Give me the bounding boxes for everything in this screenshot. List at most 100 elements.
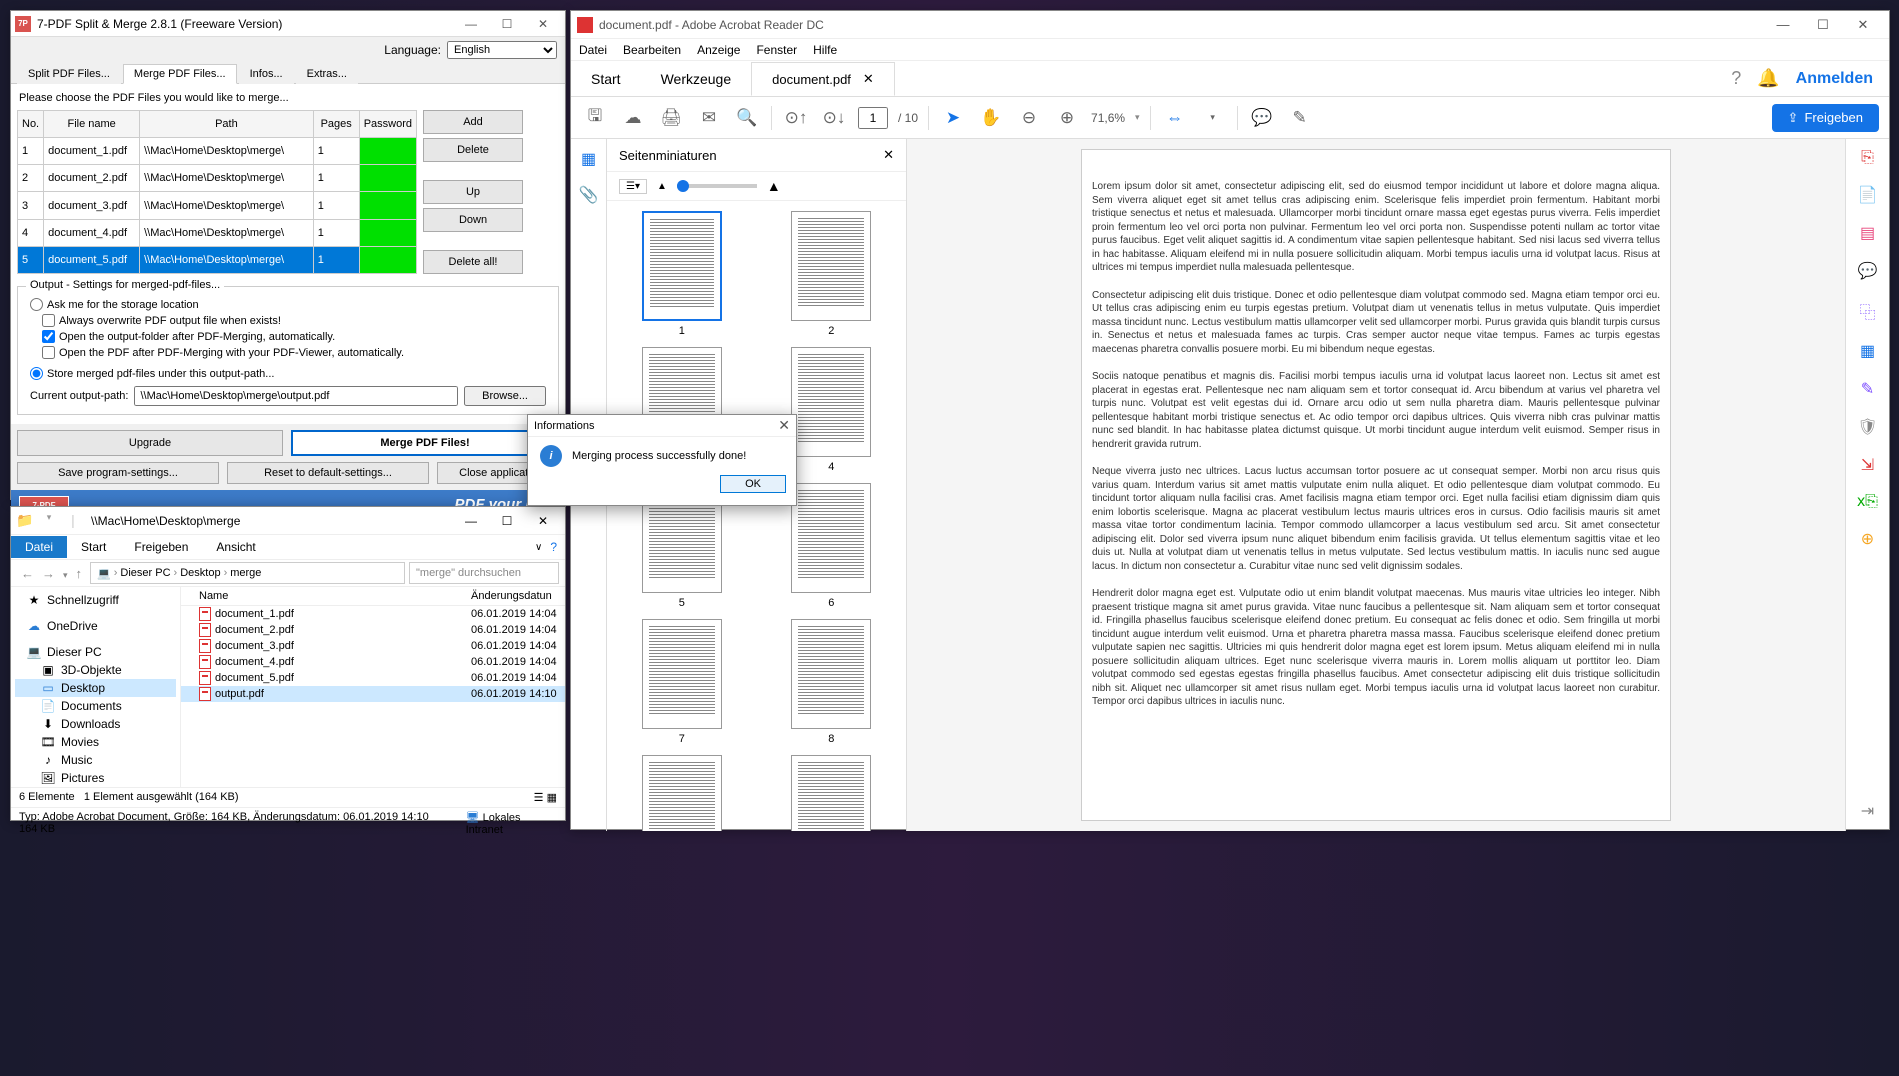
sidebar-3d-objects[interactable]: ▣3D-Objekte — [15, 661, 176, 679]
sign-icon[interactable]: ✎ — [1861, 379, 1874, 399]
sidebar-desktop[interactable]: ▭Desktop — [15, 679, 176, 697]
thumbnail[interactable]: 10 — [767, 755, 897, 831]
minimize-button[interactable]: — — [453, 12, 489, 36]
sidebar-music[interactable]: ♪Music — [15, 751, 176, 769]
forward-icon[interactable]: → — [38, 566, 59, 581]
close-button[interactable]: ✕ — [525, 509, 561, 533]
edit-pdf-icon[interactable]: ▤ — [1860, 223, 1875, 243]
compress-icon[interactable]: ⇲ — [1861, 455, 1874, 475]
hand-icon[interactable]: ✋ — [977, 108, 1005, 128]
chk-open-viewer[interactable] — [42, 346, 55, 359]
print-icon[interactable]: 🖨 — [657, 108, 685, 128]
bell-icon[interactable]: 🔔 — [1757, 68, 1779, 89]
table-row[interactable]: 2document_2.pdf\\Mac\Home\Desktop\merge\… — [18, 165, 417, 192]
tab-start[interactable]: Start — [571, 63, 641, 95]
organize-icon[interactable]: ▦ — [1860, 341, 1875, 361]
search-icon[interactable]: 🔍 — [733, 108, 761, 128]
thumbnail[interactable]: 2 — [767, 211, 897, 337]
sidebar-this-pc[interactable]: 💻Dieser PC — [15, 643, 176, 661]
ribbon-file[interactable]: Datei — [11, 536, 67, 558]
col-file[interactable]: File name — [44, 111, 140, 138]
recent-icon[interactable]: ▾ — [59, 570, 72, 580]
tab-merge[interactable]: Merge PDF Files... — [123, 64, 237, 84]
sidebar-movies[interactable]: 🎞Movies — [15, 733, 176, 751]
zoom-value[interactable]: 71,6% — [1091, 111, 1125, 125]
pointer-icon[interactable]: ➤ — [939, 108, 967, 128]
list-item[interactable]: document_2.pdf06.01.2019 14:04 — [181, 622, 565, 638]
close-tab-icon[interactable]: ✕ — [863, 71, 874, 87]
convert-icon[interactable]: x⎘ — [1857, 493, 1878, 511]
menu-view[interactable]: Anzeige — [697, 43, 740, 57]
list-item[interactable]: document_5.pdf06.01.2019 14:04 — [181, 670, 565, 686]
col-no[interactable]: No. — [18, 111, 44, 138]
save-icon[interactable]: 🖫 — [581, 103, 609, 132]
add-button[interactable]: Add — [423, 110, 523, 134]
comment-icon[interactable]: 💬 — [1248, 108, 1276, 128]
tab-tools[interactable]: Werkzeuge — [641, 63, 752, 95]
small-thumb-icon[interactable]: ▲ — [657, 181, 667, 192]
help-icon[interactable]: ? — [550, 540, 557, 554]
close-button[interactable]: ✕ — [525, 12, 561, 36]
table-row[interactable]: 5document_5.pdf\\Mac\Home\Desktop\merge\… — [18, 246, 417, 273]
document-tab[interactable]: document.pdf✕ — [751, 62, 895, 96]
options-icon[interactable]: ☰▾ — [619, 179, 647, 194]
large-thumb-icon[interactable]: ▲ — [767, 178, 781, 194]
col-path[interactable]: Path — [140, 111, 314, 138]
radio-ask[interactable] — [30, 298, 43, 311]
sidebar-onedrive[interactable]: ☁OneDrive — [15, 617, 176, 635]
reset-settings-button[interactable]: Reset to default-settings... — [227, 462, 429, 484]
combine-icon[interactable]: ⿻ — [1859, 299, 1875, 323]
ok-button[interactable]: OK — [720, 475, 786, 493]
ribbon-view[interactable]: Ansicht — [202, 536, 269, 558]
upgrade-button[interactable]: Upgrade — [17, 430, 283, 456]
email-icon[interactable]: ✉ — [695, 108, 723, 128]
fit-width-icon[interactable]: ⇔ — [1161, 108, 1189, 128]
thumbnails-icon[interactable]: ▦ — [581, 149, 596, 169]
maximize-button[interactable]: ☐ — [489, 12, 525, 36]
menu-edit[interactable]: Bearbeiten — [623, 43, 681, 57]
more-tools-icon[interactable]: ⊕ — [1861, 529, 1874, 549]
page-down-icon[interactable]: ⊙↓ — [820, 108, 848, 128]
up-icon[interactable]: ↑ — [72, 566, 87, 581]
view-tiles-icon[interactable]: ▦ — [547, 792, 557, 804]
cloud-icon[interactable]: ☁ — [619, 108, 647, 128]
tab-split[interactable]: Split PDF Files... — [17, 64, 121, 84]
chk-overwrite[interactable] — [42, 314, 55, 327]
radio-store[interactable] — [30, 367, 43, 380]
minimize-button[interactable]: — — [1763, 12, 1803, 38]
dropdown-icon[interactable]: ▾ — [39, 512, 59, 529]
ribbon-share[interactable]: Freigeben — [120, 536, 202, 558]
delete-all-button[interactable]: Delete all! — [423, 250, 523, 274]
close-dialog-icon[interactable]: ✕ — [778, 417, 790, 434]
table-row[interactable]: 4document_4.pdf\\Mac\Home\Desktop\merge\… — [18, 219, 417, 246]
up-button[interactable]: Up — [423, 180, 523, 204]
back-icon[interactable]: ← — [17, 566, 38, 581]
col-name[interactable]: Name — [181, 590, 471, 602]
down-button[interactable]: Down — [423, 208, 523, 232]
browse-button[interactable]: Browse... — [464, 386, 546, 406]
expand-ribbon-icon[interactable]: ∨ — [535, 542, 542, 553]
menu-help[interactable]: Hilfe — [813, 43, 837, 57]
view-details-icon[interactable]: ☰ — [534, 792, 544, 804]
menu-window[interactable]: Fenster — [756, 43, 797, 57]
list-item[interactable]: document_3.pdf06.01.2019 14:04 — [181, 638, 565, 654]
list-item[interactable]: document_4.pdf06.01.2019 14:04 — [181, 654, 565, 670]
highlight-icon[interactable]: ✎ — [1286, 108, 1314, 128]
close-panel-icon[interactable]: ✕ — [883, 147, 894, 163]
list-item[interactable]: output.pdf06.01.2019 14:10 — [181, 686, 565, 702]
maximize-button[interactable]: ☐ — [489, 509, 525, 533]
tab-infos[interactable]: Infos... — [239, 64, 294, 84]
table-row[interactable]: 3document_3.pdf\\Mac\Home\Desktop\merge\… — [18, 192, 417, 219]
signin-button[interactable]: Anmelden — [1796, 70, 1873, 88]
export-pdf-icon[interactable]: ⎘ — [1861, 149, 1874, 167]
protect-icon[interactable]: 🛡 — [1857, 417, 1877, 437]
help-icon[interactable]: ? — [1731, 68, 1741, 89]
language-select[interactable]: English — [447, 41, 557, 59]
tab-extras[interactable]: Extras... — [296, 64, 358, 84]
table-row[interactable]: 1document_1.pdf\\Mac\Home\Desktop\merge\… — [18, 138, 417, 165]
collapse-rail-icon[interactable]: ⇥ — [1861, 801, 1874, 821]
ribbon-start[interactable]: Start — [67, 536, 120, 558]
sidebar-quick-access[interactable]: ★Schnellzugriff — [15, 591, 176, 609]
sidebar-downloads[interactable]: ⬇Downloads — [15, 715, 176, 733]
attachments-icon[interactable]: 📎 — [579, 185, 599, 205]
